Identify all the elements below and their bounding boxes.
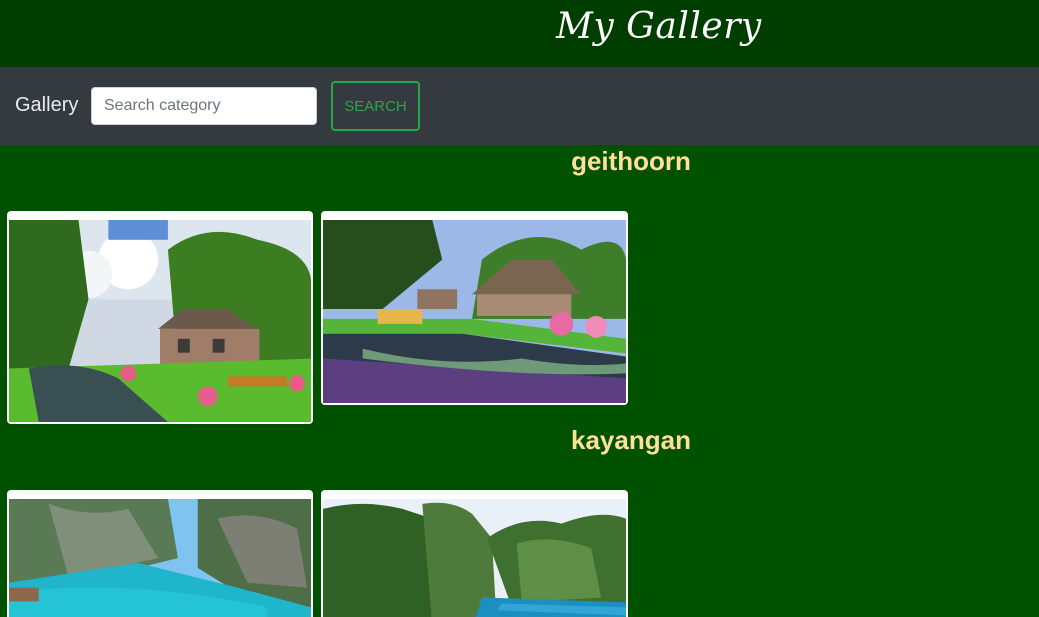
navbar-brand[interactable]: Gallery [15,94,78,117]
search-input[interactable] [91,87,317,125]
site-header: My Gallery [0,0,1039,67]
section-title: geithoorn [571,146,691,176]
navbar: Gallery SEARCH [0,67,1039,145]
search-button[interactable]: SEARCH [331,81,420,131]
gallery-image[interactable] [321,490,628,617]
gallery-image[interactable] [7,211,313,424]
village-canal-photo [9,220,311,422]
turquoise-lagoon-photo [9,499,311,617]
site-brand: My Gallery [556,6,762,47]
thatched-house-canal-photo [323,220,626,403]
jungle-lake-photo [323,499,626,617]
gallery-image[interactable] [7,490,313,617]
section-title: kayangan [571,425,691,455]
gallery-image[interactable] [321,211,628,405]
